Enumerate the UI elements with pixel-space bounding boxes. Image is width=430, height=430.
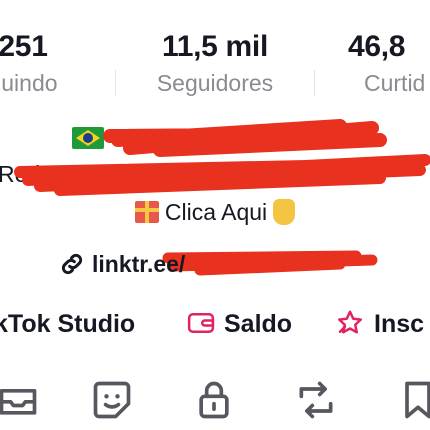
repost-tab-icon[interactable] xyxy=(294,378,338,426)
bookmark-tab-icon[interactable] xyxy=(396,378,430,426)
cta-text: Clica Aqui xyxy=(164,199,268,225)
link-text: linktr.ee/ xyxy=(92,251,186,277)
lock-tab-icon[interactable] xyxy=(192,378,236,426)
sticker-tab-icon[interactable] xyxy=(90,378,134,426)
bio-cta: Clica Aqui xyxy=(0,198,430,226)
saldo-label: Saldo xyxy=(224,310,293,338)
subscriptions-label: Insc xyxy=(374,310,425,338)
tiktok-studio-label: kTok Studio xyxy=(0,310,136,338)
gift-icon xyxy=(134,201,159,223)
saldo-button[interactable]: Saldo xyxy=(186,306,292,342)
pointing-down-icon xyxy=(273,199,296,225)
content-tabs xyxy=(0,378,430,430)
subscriptions-button[interactable]: Insc xyxy=(334,306,424,342)
profile-actions: kTok Studio Saldo Insc xyxy=(0,300,430,348)
star-icon xyxy=(338,310,362,334)
inbox-tab-icon[interactable] xyxy=(0,378,40,426)
wallet-icon xyxy=(187,313,215,333)
tiktok-studio-button[interactable]: kTok Studio xyxy=(0,306,135,342)
link-icon xyxy=(61,253,83,275)
